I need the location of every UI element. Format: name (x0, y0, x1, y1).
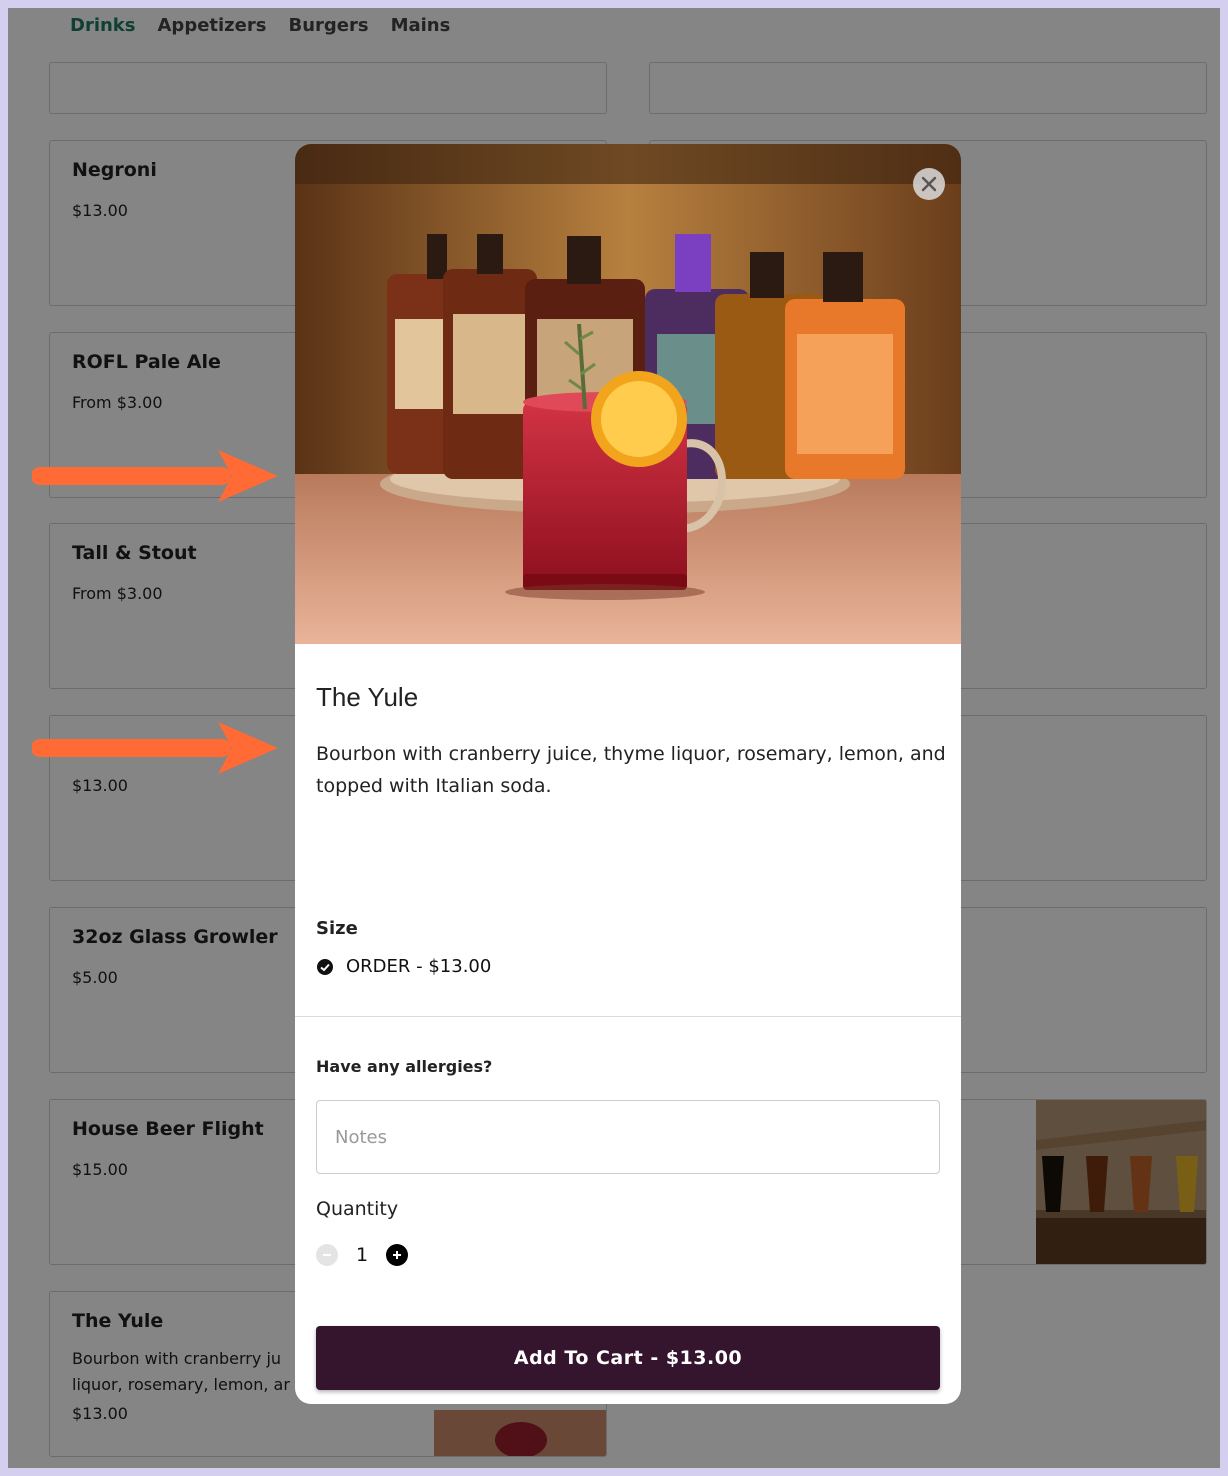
size-label: Size (316, 918, 358, 939)
plus-icon (393, 1251, 402, 1259)
quantity-label: Quantity (316, 1198, 399, 1220)
close-button[interactable] (913, 168, 945, 200)
add-to-cart-button[interactable]: Add To Cart - $13.00 (316, 1326, 940, 1390)
decrement-button[interactable] (316, 1244, 338, 1266)
cocktail-photo-icon (295, 144, 961, 644)
size-option[interactable]: ORDER - $13.00 (316, 956, 491, 977)
minus-icon (323, 1254, 331, 1256)
annotation-arrow-icon (32, 450, 278, 502)
close-icon (921, 176, 937, 192)
notes-input[interactable] (316, 1100, 940, 1174)
quantity-stepper: 1 (316, 1244, 409, 1266)
increment-button[interactable] (386, 1244, 409, 1266)
modal-description: Bourbon with cranberry juice, thyme liqu… (316, 743, 946, 797)
modal-title: The Yule (316, 682, 419, 712)
quantity-value: 1 (356, 1244, 369, 1266)
check-circle-icon (317, 958, 333, 975)
allergy-label: Have any allergies? (316, 1057, 493, 1076)
divider (295, 1016, 961, 1017)
size-option-label: ORDER - $13.00 (346, 956, 492, 977)
page: Drinks Appetizers Burgers Mains Negroni … (8, 8, 1220, 1468)
annotation-arrow-icon (32, 722, 278, 774)
item-detail-modal: The Yule Bourbon with cranberry juice, t… (295, 144, 961, 1404)
